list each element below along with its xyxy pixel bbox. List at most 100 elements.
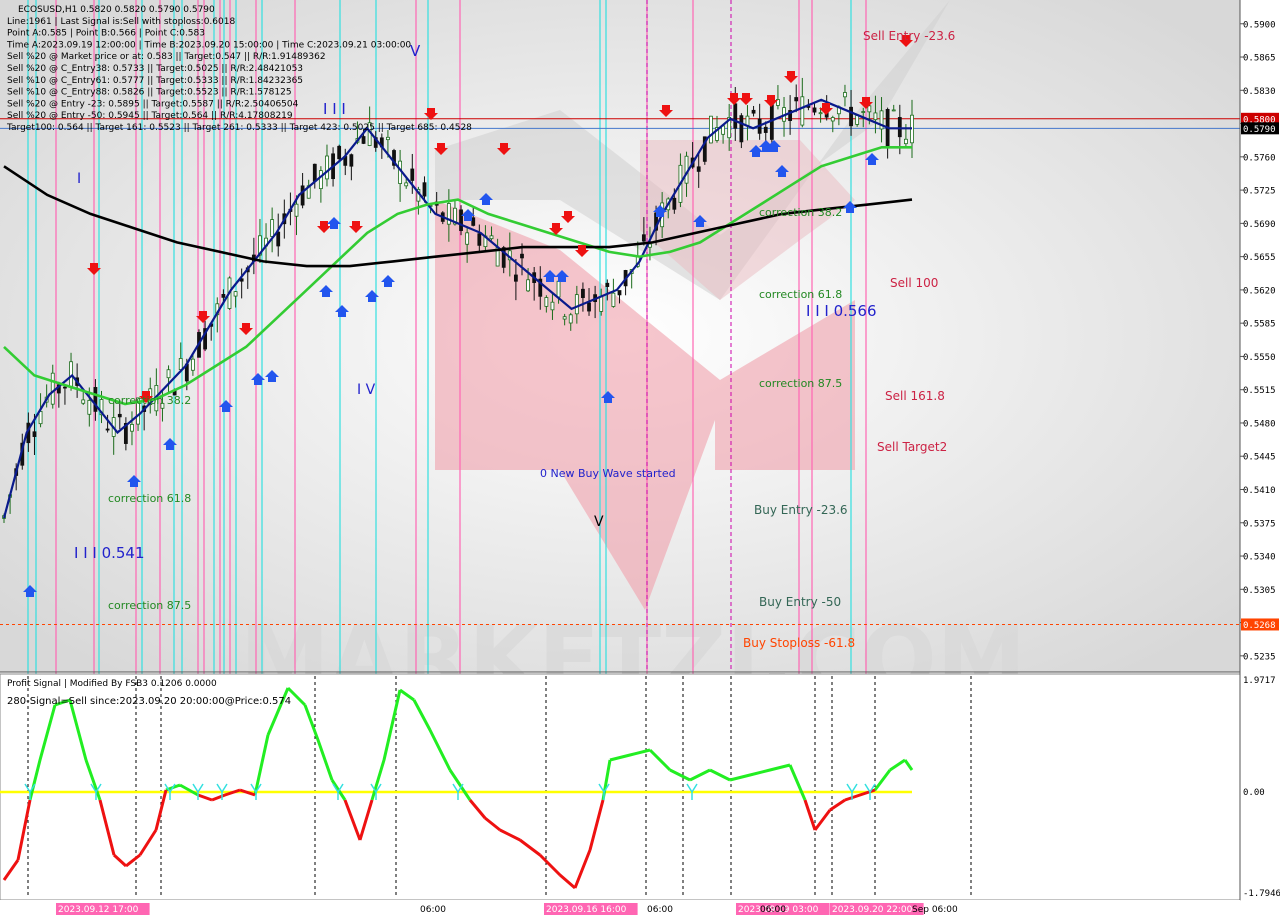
candle-body [849, 106, 853, 127]
chart-annotation: Buy Stoploss -61.8 [743, 636, 855, 650]
signal-info-line: Line:1961 | Last Signal is:Sell with sto… [7, 17, 235, 27]
candle-body [117, 413, 122, 418]
candle-body [641, 234, 646, 242]
chart-annotation: correction 61.8 [108, 492, 191, 505]
candle-body [733, 103, 738, 129]
time-label: 2023.09.12 17:00 [58, 905, 139, 915]
price-tick-label: 0.5375 [1243, 519, 1276, 529]
price-tick-label: 0.5235 [1243, 652, 1276, 662]
candle-body [556, 280, 561, 298]
candle-body [276, 231, 281, 247]
time-label: 06:00 [420, 905, 446, 915]
chart-annotation: correction 87.5 [759, 377, 842, 390]
symbol-info: ECOSUSD,H1 0.5820 0.5820 0.5790 0.5790 [18, 5, 215, 15]
price-tick-label: 0.5305 [1243, 586, 1276, 596]
candle-body [386, 136, 390, 141]
time-label: 2023.09.20 22:00 [832, 905, 913, 915]
price-tag-label: 0.5268 [1243, 621, 1276, 631]
price-tick-label: 0.5410 [1243, 486, 1276, 496]
price-axis: 0.59000.58650.58300.57950.57600.57250.56… [1240, 0, 1280, 900]
price-tick-label: 0.5725 [1243, 187, 1276, 197]
candle-body [178, 358, 183, 371]
price-tick-label: 0.5655 [1243, 253, 1276, 263]
chart-annotation: Sell Target2 [877, 440, 947, 454]
indicator-title: Profit Signal | Modified By FSB3 0.1206 … [7, 679, 217, 689]
price-tag-label: 0.5790 [1243, 125, 1276, 135]
candle-body [763, 126, 768, 133]
candle-body [544, 297, 549, 307]
price-tick-label: 0.5515 [1243, 386, 1276, 396]
candle-body [672, 197, 677, 210]
candle-body [800, 96, 805, 126]
price-tick-label: 0.5690 [1243, 220, 1276, 230]
signal-info-line: Sell %20 @ Entry -50: 0.5945 || Target:0… [7, 111, 293, 121]
indicator-tick-label: 1.9717 [1243, 676, 1276, 686]
candle-body [617, 290, 622, 296]
candle-body [233, 291, 238, 297]
time-label: 2023.09.16 16:00 [546, 905, 627, 915]
signal-info-line: Sell %10 @ C_Entry88: 0.5826 || Target:0… [7, 88, 292, 98]
candle-body [221, 294, 226, 298]
candle-body [32, 431, 37, 437]
price-tick-label: 0.5620 [1243, 286, 1276, 296]
candle-body [471, 217, 476, 226]
candle-body [312, 163, 317, 182]
price-tick-label: 0.5760 [1243, 153, 1276, 163]
candle-body [349, 154, 354, 167]
candle-body [337, 145, 342, 160]
candle-body [318, 170, 323, 190]
chart-annotation: Sell 161.8 [885, 389, 945, 403]
time-axis: 2023.09.12 17:00 06:00 2023.09.16 16:00 06:… [0, 900, 1240, 920]
chart-annotation: I I I 0.541 [74, 544, 145, 562]
chart-window: MARKETZI.COM Sell Entry -23.6Sell 100Sel… [0, 0, 1280, 920]
price-tick-label: 0.5480 [1243, 419, 1276, 429]
candle-body [648, 243, 652, 248]
candle-body [568, 314, 573, 324]
chart-annotation: I V [357, 382, 376, 398]
price-tick-label: 0.5900 [1243, 20, 1276, 30]
candle-body [489, 235, 494, 240]
chart-annotation: Sell 100 [890, 276, 938, 290]
candle-body [581, 288, 585, 298]
candle-body [513, 274, 518, 282]
candle-body [696, 166, 701, 172]
chart-annotation: correction 87.5 [108, 599, 191, 612]
candle-body [63, 386, 67, 389]
candle-body [574, 294, 579, 315]
time-label: 06:00 [647, 905, 673, 915]
chart-annotation: Buy Entry -50 [759, 595, 841, 609]
chart-annotation: 0 New Buy Wave started [540, 467, 676, 480]
candle-body [843, 92, 847, 98]
chart-annotation: correction 38.2 [108, 394, 191, 407]
candle-body [105, 428, 110, 431]
indicator-tick-label: -1.7946 [1243, 889, 1280, 899]
price-tick-label: 0.5865 [1243, 54, 1276, 64]
candle-body [270, 219, 275, 237]
chart-annotation: V [594, 514, 604, 530]
time-label: 06:00 [760, 905, 786, 915]
candle-body [130, 424, 134, 432]
candle-body [855, 115, 860, 125]
signal-info-line: Sell %10 @ C_Entry61: 0.5777 || Target:0… [7, 76, 303, 86]
candle-body [812, 107, 817, 113]
candle-body [294, 203, 299, 217]
candle-body [166, 369, 171, 379]
price-tick-label: 0.5550 [1243, 353, 1276, 363]
candle-body [891, 109, 896, 112]
candle-body [897, 117, 902, 138]
candle-body [904, 138, 908, 145]
candle-body [562, 316, 567, 320]
candle-body [867, 105, 872, 113]
candle-body [325, 155, 329, 180]
candle-body [50, 372, 55, 405]
candle-body [611, 292, 616, 307]
indicator-status: 280-Signal=Sell since:2023.09.20 20:00:0… [7, 696, 291, 707]
signal-info-line: Time A:2023.09.19 12:00:00 | Time B:2023… [6, 40, 411, 50]
candle-body [477, 233, 482, 246]
candle-body [410, 168, 415, 181]
chart-annotation: correction 61.8 [759, 288, 842, 301]
signal-info-line: Point A:0.585 | Point B:0.566 | Point C:… [7, 29, 205, 39]
candle-body [605, 282, 610, 287]
price-tick-label: 0.5445 [1243, 453, 1276, 463]
chart-annotation: Sell Entry -23.6 [863, 29, 955, 43]
